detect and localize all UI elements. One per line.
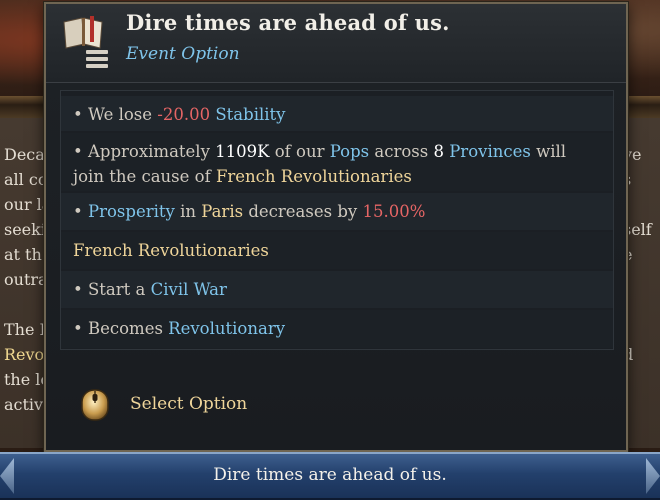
mouse-icon <box>81 389 109 421</box>
effect-text-segment: Pops <box>329 142 370 161</box>
effect-text-segment: Paris <box>201 202 244 221</box>
tooltip-title: Dire times are ahead of us. <box>126 10 450 35</box>
effect-group-heading: French Revolutionaries <box>61 232 613 269</box>
effect-stability: • We lose -20.00 Stability <box>61 96 613 131</box>
effect-text-segment: in <box>174 202 202 221</box>
effect-text-segment: of our <box>269 142 330 161</box>
effect-text-segment: • <box>73 202 88 221</box>
effect-text-segment: across <box>369 142 434 161</box>
tooltip-subtitle: Event Option <box>126 44 240 64</box>
background-text-left: Revo <box>4 345 45 364</box>
effect-text-segment: 15.00% <box>362 202 426 221</box>
effect-text-segment: 8 <box>433 142 444 161</box>
background-text-left: all co <box>4 170 48 189</box>
tooltip-header: Dire times are ahead of us. Event Option <box>46 4 626 83</box>
background-text-left: Deca <box>4 145 45 164</box>
effect-text-segment: Civil War <box>150 280 227 299</box>
effect-becomes-revolutionary: • Becomes Revolutionary <box>61 310 613 348</box>
background-text-left: activ <box>4 395 44 414</box>
effect-text-segment: • Approximately <box>73 142 216 161</box>
effect-text-segment: French Revolutionaries <box>215 167 412 186</box>
effect-text-segment: French Revolutionaries <box>73 241 269 260</box>
event-option-label: Dire times are ahead of us. <box>213 465 447 485</box>
effect-text-segment: • Start a <box>73 280 151 299</box>
effect-text-segment: 1109K <box>215 142 270 161</box>
book-scroll-icon <box>63 16 108 68</box>
effect-text-segment: Stability <box>215 105 286 124</box>
event-option-button[interactable]: Dire times are ahead of us. <box>0 452 660 500</box>
effect-civil-war: • Start a Civil War <box>61 271 613 308</box>
event-option-tooltip: Dire times are ahead of us. Event Option… <box>44 2 628 452</box>
effect-text-segment: -20.00 <box>157 105 211 124</box>
select-option-label: Select Option <box>130 394 248 414</box>
effect-prosperity: • Prosperity in Paris decreases by 15.00… <box>61 193 613 230</box>
effect-text-segment: Revolutionary <box>168 319 286 338</box>
background-text-left: seeki <box>4 220 46 239</box>
effect-text-segment: • Becomes <box>73 319 169 338</box>
effect-text-segment: • We lose <box>73 105 158 124</box>
effect-text-segment: Provinces <box>449 142 531 161</box>
effects-list: • We lose -20.00 Stability • Approximate… <box>60 90 614 350</box>
effect-text-segment: decreases by <box>243 202 363 221</box>
effect-pops-join: • Approximately 1109K of our Pops across… <box>61 133 613 191</box>
background-text-left: at th <box>4 245 42 264</box>
background-text-left: outra <box>4 270 48 289</box>
effect-text-segment: Prosperity <box>87 202 175 221</box>
